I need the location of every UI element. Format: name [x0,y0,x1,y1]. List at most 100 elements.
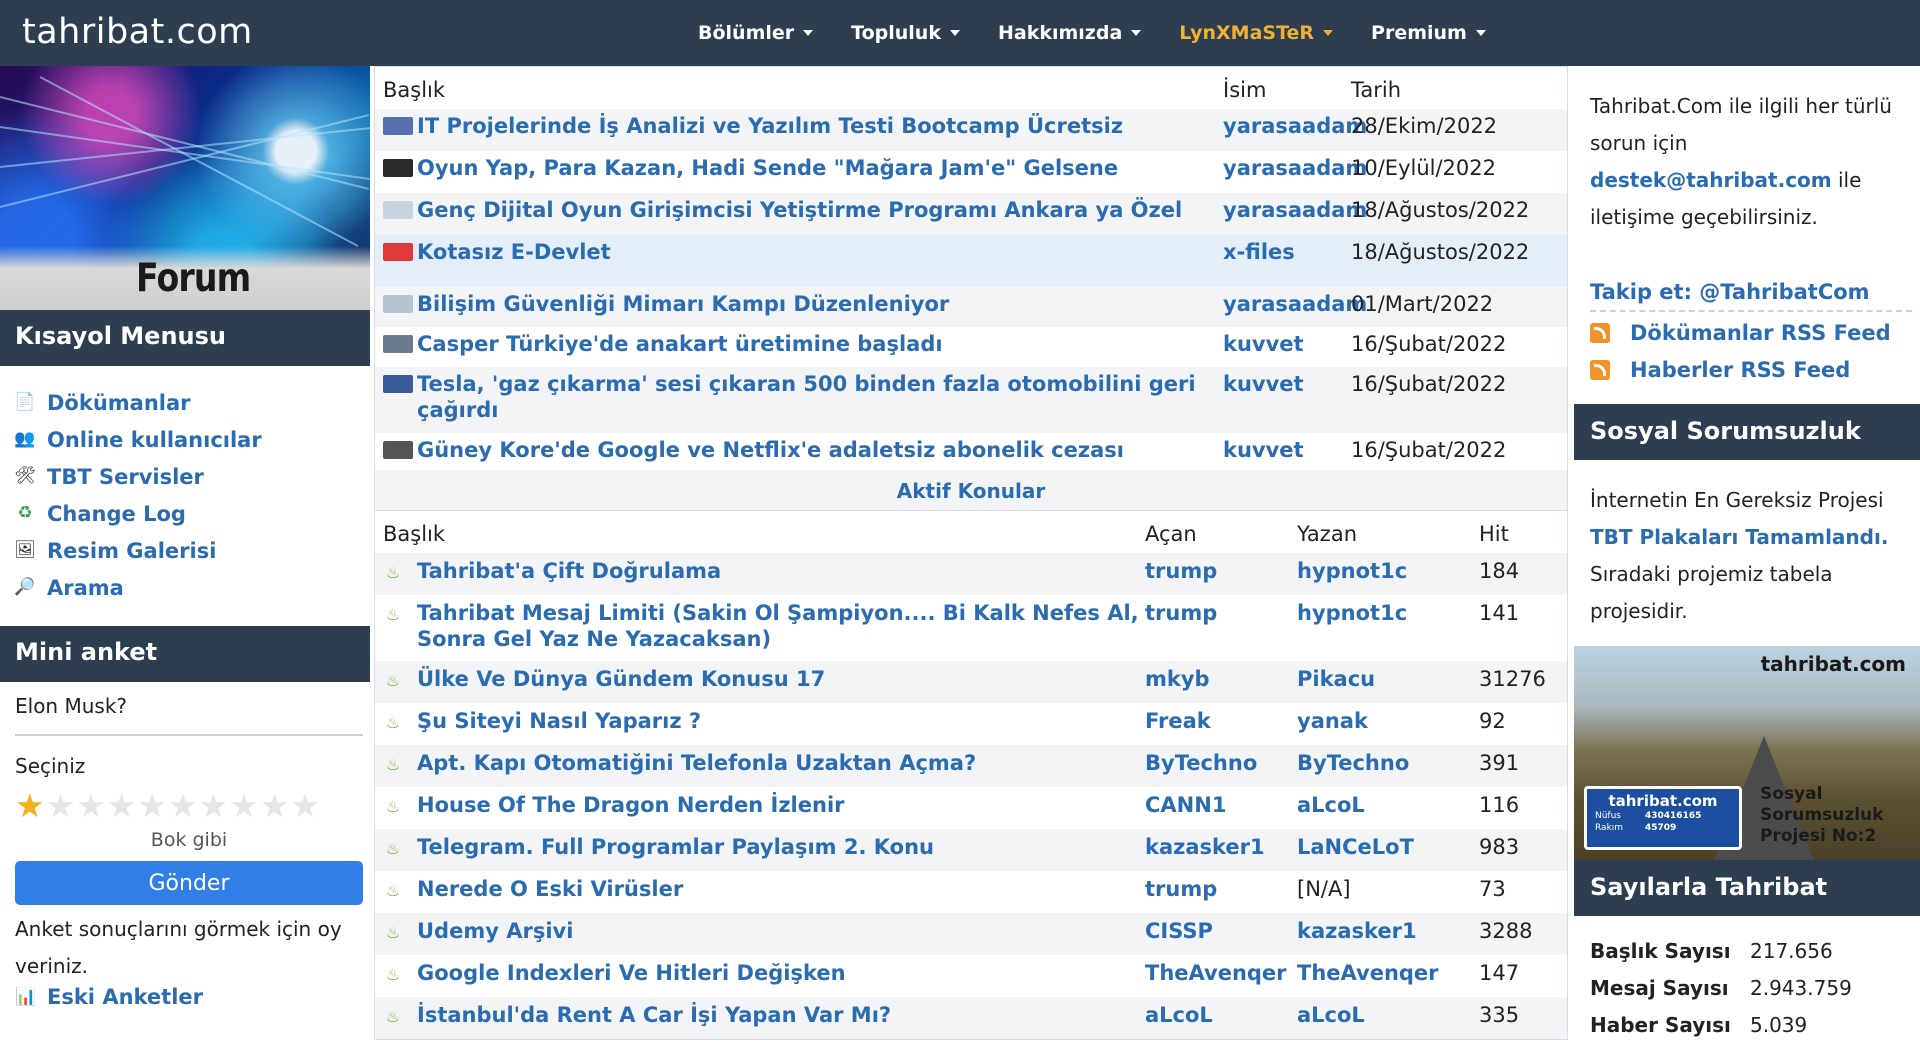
topic-opener-link[interactable]: CISSP [1145,918,1297,944]
col-title-header: Başlık [383,78,446,102]
site-logo[interactable]: tahribat.com [22,12,253,52]
menu-item-documents[interactable]: 📄 Dökümanlar [14,384,365,421]
topic-title-link[interactable]: Tahribat'a Çift Doğrulama [417,558,721,584]
menu-item-search[interactable]: 🔎 Arama [14,569,365,606]
news-author-link[interactable]: kuvvet [1223,371,1351,397]
main-nav: Bölümler Topluluk Hakkımızda LynXMaSTeR … [698,0,1524,66]
news-author-link[interactable]: x-files [1223,239,1351,265]
topic-opener-link[interactable]: ByTechno [1145,750,1297,776]
topic-writer-link[interactable]: ByTechno [1297,750,1479,776]
menu-item-gallery[interactable]: 🖼 Resim Galerisi [14,532,365,569]
active-topic-row: ♨ Tahribat'a Çift Doğrulama trump hypnot1c 1… [375,553,1567,595]
news-title-link[interactable]: Güney Kore'de Google ve Netflix'e adalet… [417,437,1124,463]
users-icon: 👥 [14,429,36,449]
menu-item-tbt-services[interactable]: 🛠 TBT Servisler [14,458,365,495]
topic-writer-link[interactable]: LaNCeLoT [1297,834,1479,860]
news-author-link[interactable]: yarasaadam [1223,291,1367,317]
topic-title-link[interactable]: Google Indexleri Ve Hitleri Değişken [417,960,846,986]
topic-writer-link[interactable]: aLcoL [1297,792,1479,818]
topic-writer-link[interactable]: aLcoL [1297,1002,1479,1028]
topic-opener-link[interactable]: trump [1145,876,1297,902]
topic-title-link[interactable]: Apt. Kapı Otomatiğini Telefonla Uzaktan … [417,750,976,776]
topic-opener-link[interactable]: TheAvenqer [1145,960,1297,986]
caret-down-icon [1323,30,1334,36]
nav-topluluk[interactable]: Topluluk [851,22,960,44]
news-table: Başlık İsim Tarih IT Projelerinde İş Ana… [374,66,1568,474]
news-date: 16/Şubat/2022 [1351,332,1507,356]
nav-bolumler[interactable]: Bölümler [698,22,814,44]
sign-title: tahribat.com [1608,792,1718,810]
topic-hit-count: 141 [1479,601,1520,625]
star-icon[interactable]: ★ [260,789,290,822]
topic-title-link[interactable]: Tahribat Mesaj Limiti (Sakin Ol Şampiyon… [417,600,1145,652]
active-topic-row: ♨ İstanbul'da Rent A Car İşi Yapan Var Mı… [375,997,1567,1039]
topic-title-link[interactable]: Nerede O Eski Virüsler [417,876,683,902]
topic-writer-link[interactable]: yanak [1297,708,1479,734]
star-icon[interactable]: ★ [137,789,167,822]
news-title-cell: Güney Kore'de Google ve Netflix'e adalet… [375,437,1223,463]
rss-documents[interactable]: Dökümanlar RSS Feed [1590,321,1891,345]
nav-user-menu[interactable]: LynXMaSTeR [1179,22,1334,44]
topic-fire-icon: ♨ [385,670,401,690]
star-icon[interactable]: ★ [46,789,76,822]
news-title-cell: Casper Türkiye'de anakart üretimine başl… [375,331,1223,357]
news-title-link[interactable]: IT Projelerinde İş Analizi ve Yazılım Te… [417,113,1123,139]
old-polls-link[interactable]: 📊 Eski Anketler [15,985,363,1009]
topic-title-link[interactable]: İstanbul'da Rent A Car İşi Yapan Var Mı? [417,1002,891,1028]
topic-opener-link[interactable]: kazasker1 [1145,834,1297,860]
topic-opener-link[interactable]: mkyb [1145,666,1297,692]
star-icon[interactable]: ★ [290,789,320,822]
news-title-link[interactable]: Bilişim Güvenliği Mimarı Kampı Düzenleni… [417,291,949,317]
menu-item-online-users[interactable]: 👥 Online kullanıcılar [14,421,365,458]
forum-banner-image[interactable]: Forum [0,66,370,310]
nav-premium[interactable]: Premium [1371,22,1486,44]
news-author-link[interactable]: yarasaadam [1223,113,1367,139]
menu-item-label: Arama [47,575,124,600]
poll-submit-button[interactable]: Gönder [15,861,363,905]
news-author-link[interactable]: yarasaadam [1223,155,1367,181]
topic-title-link[interactable]: Telegram. Full Programlar Paylaşım 2. Ko… [417,834,934,860]
news-rows: IT Projelerinde İş Analizi ve Yazılım Te… [375,109,1567,473]
news-author-link[interactable]: kuvvet [1223,331,1351,357]
star-icon[interactable]: ★ [76,789,106,822]
topic-opener-link[interactable]: Freak [1145,708,1297,734]
topic-title-link[interactable]: House Of The Dragon Nerden İzlenir [417,792,845,818]
contact-email-link[interactable]: destek@tahribat.com [1590,168,1832,192]
star-icon[interactable]: ★ [229,789,259,822]
topic-opener-link[interactable]: trump [1145,600,1297,626]
news-title-link[interactable]: Casper Türkiye'de anakart üretimine başl… [417,331,943,357]
news-title-link[interactable]: Tesla, 'gaz çıkarma' sesi çıkaran 500 bi… [417,371,1223,423]
follow-twitter-link[interactable]: Takip et: @TahribatCom [1590,276,1912,312]
topic-writer-link[interactable]: hypnot1c [1297,600,1479,626]
topic-writer-link[interactable]: Pikacu [1297,666,1479,692]
news-author-link[interactable]: kuvvet [1223,437,1351,463]
topic-writer-link[interactable]: TheAvenqer [1297,960,1479,986]
caret-down-icon [949,30,960,36]
social-text-line: İnternetin En Gereksiz Projesi [1590,488,1884,512]
topic-title-link[interactable]: Şu Siteyi Nasıl Yaparız ? [417,708,701,734]
topic-opener-link[interactable]: aLcoL [1145,1002,1297,1028]
plate-project-image[interactable]: tahribat.com tahribat.com Nüfus 430416165… [1574,646,1920,860]
topic-opener-link[interactable]: trump [1145,558,1297,584]
star-icon[interactable]: ★ [107,789,137,822]
news-title-link[interactable]: Kotasız E-Devlet [417,239,611,265]
news-author-link[interactable]: yarasaadam [1223,197,1367,223]
news-title-cell: Tesla, 'gaz çıkarma' sesi çıkaran 500 bi… [375,371,1223,423]
star-icon[interactable]: ★ [168,789,198,822]
topic-opener-link[interactable]: CANN1 [1145,792,1297,818]
menu-item-change-log[interactable]: ♻ Change Log [15,495,365,532]
star-icon[interactable]: ★ [15,789,45,822]
topic-title-link[interactable]: Ülke Ve Dünya Gündem Konusu 17 [417,666,825,692]
star-icon[interactable]: ★ [199,789,229,822]
news-title-link[interactable]: Oyun Yap, Para Kazan, Hadi Sende "Mağara… [417,155,1118,181]
news-title-link[interactable]: Genç Dijital Oyun Girişimcisi Yetiştirme… [417,197,1182,223]
rss-news[interactable]: Haberler RSS Feed [1590,358,1850,382]
topic-title-link[interactable]: Udemy Arşivi [417,918,573,944]
shortcut-menu: 📄 Dökümanlar 👥 Online kullanıcılar 🛠 TBT… [14,384,365,606]
topic-writer-link[interactable]: kazasker1 [1297,918,1479,944]
news-thumbnail-icon [383,375,413,393]
star-rating[interactable]: ★ ★ ★ ★ ★ ★ ★ ★ ★ ★ [15,788,363,822]
nav-hakkimizda[interactable]: Hakkımızda [998,22,1142,44]
plates-link[interactable]: TBT Plakaları Tamamlandı. [1590,525,1888,549]
topic-writer-link[interactable]: hypnot1c [1297,558,1479,584]
